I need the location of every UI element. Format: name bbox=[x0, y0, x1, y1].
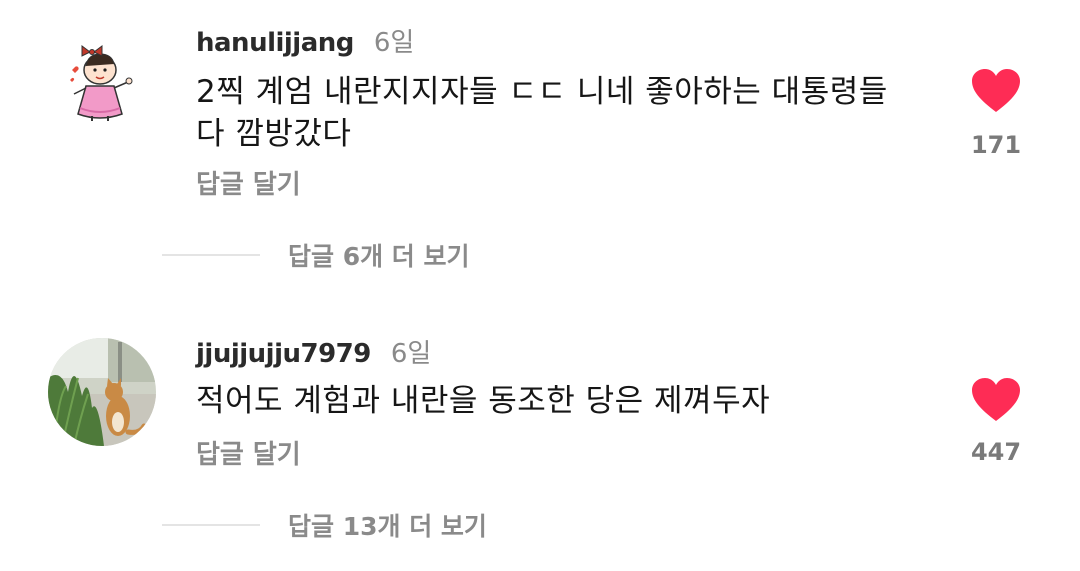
heart-icon[interactable] bbox=[970, 68, 1022, 114]
reply-button[interactable]: 답글 달기 bbox=[196, 434, 301, 471]
cat-photo-icon bbox=[48, 338, 156, 446]
like-count: 171 bbox=[970, 131, 1022, 159]
view-more-replies-button[interactable]: 답글 13개 더 보기 bbox=[162, 507, 487, 543]
like-count: 447 bbox=[970, 438, 1022, 466]
heart-icon[interactable] bbox=[970, 377, 1022, 423]
user-avatar[interactable] bbox=[48, 338, 156, 446]
comment-text: 적어도 계험과 내란을 동조한 당은 제껴두자 bbox=[196, 383, 771, 419]
comment-username[interactable]: jjujjujju7979 bbox=[196, 339, 371, 369]
user-avatar[interactable] bbox=[64, 42, 140, 122]
divider-line bbox=[162, 524, 260, 526]
view-more-replies-button[interactable]: 답글 6개 더 보기 bbox=[162, 237, 470, 273]
view-more-replies-label: 답글 6개 더 보기 bbox=[288, 242, 470, 271]
reply-button[interactable]: 답글 달기 bbox=[196, 164, 301, 201]
comment-username[interactable]: hanulijjang bbox=[196, 28, 354, 58]
cartoon-girl-icon bbox=[70, 45, 133, 121]
comment-timestamp: 6일 bbox=[373, 28, 415, 58]
view-more-replies-label: 답글 13개 더 보기 bbox=[288, 512, 487, 541]
comment-list: hanulijjang 6일 2찍 계엄 내란지지자들 ㄷㄷ 니네 좋아하는 대… bbox=[0, 0, 1080, 571]
comment-text: 2찍 계엄 내란지지자들 ㄷㄷ 니네 좋아하는 대통령들 다 깜방갔다 bbox=[196, 74, 888, 152]
divider-line bbox=[162, 254, 260, 256]
comment-timestamp: 6일 bbox=[390, 339, 432, 369]
